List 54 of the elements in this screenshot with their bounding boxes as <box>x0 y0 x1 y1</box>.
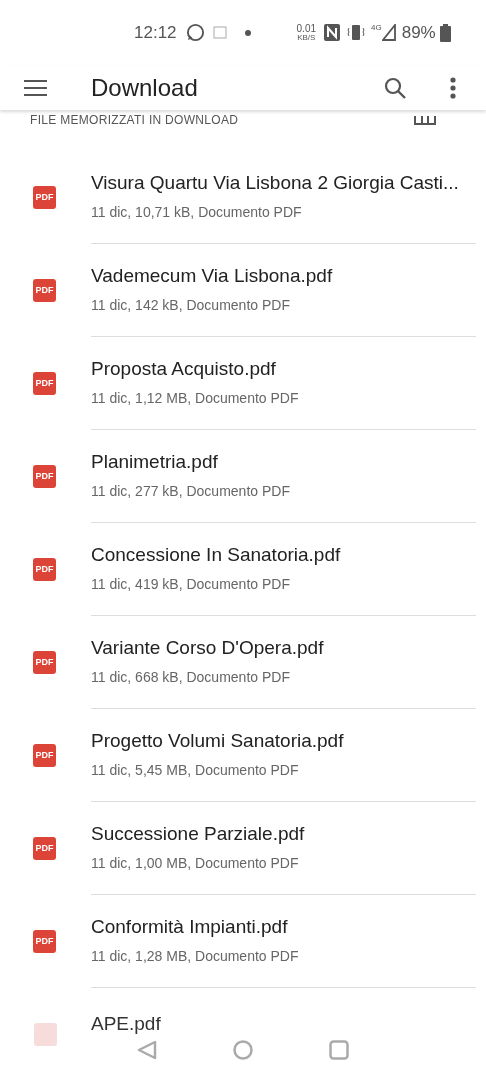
pdf-icon: PDF <box>33 930 56 953</box>
battery-icon <box>439 23 451 42</box>
file-name: APE.pdf <box>91 1012 162 1036</box>
grid-view-icon[interactable] <box>414 115 436 125</box>
menu-icon[interactable] <box>24 79 47 96</box>
file-item[interactable]: PDF Progetto Volumi Sanatoria.pdf 11 dic, 5,45 MB, Documento PDF <box>0 709 486 802</box>
signal-icon <box>381 24 396 41</box>
nfc-icon <box>324 24 340 41</box>
file-details: 11 dic, 277 kB, Documento PDF <box>91 481 291 501</box>
file-details: 11 dic, 142 kB, Documento PDF <box>91 295 291 315</box>
file-details: 11 dic, 10,71 kB, Documento PDF <box>91 202 303 222</box>
app-title: Download <box>91 72 199 103</box>
file-name: Planimetria.pdf <box>91 450 219 475</box>
file-name: Concessione In Sanatoria.pdf <box>91 543 342 568</box>
pdf-icon: PDF <box>33 372 56 395</box>
pdf-icon: PDF <box>33 744 56 767</box>
file-item[interactable]: PDF Planimetria.pdf 11 dic, 277 kB, Documento PDF <box>0 430 486 523</box>
file-name: Vademecum Via Lisbona.pdf <box>91 264 334 289</box>
file-details: 11 dic, 1,28 MB, Documento PDF <box>91 946 300 966</box>
pdf-icon: PDF <box>33 837 56 860</box>
file-name: Successione Parziale.pdf <box>91 822 306 847</box>
pdf-icon: PDF <box>33 186 56 209</box>
file-details: 11 dic, 5,45 MB, Documento PDF <box>91 760 300 780</box>
file-name: Proposta Acquisto.pdf <box>91 357 277 382</box>
vibrate-icon <box>347 24 365 41</box>
speed-indicator: 0.01 KB/S <box>296 23 316 42</box>
chat-bubble-icon <box>185 23 205 42</box>
file-item[interactable]: PDF Successione Parziale.pdf 11 dic, 1,00 MB, Documento PDF <box>0 802 486 895</box>
file-item[interactable]: PDF Visura Quartu Via Lisbona 2 Giorgia Casti... 11 dic, 10,71 kB, Documento PDF <box>0 151 486 244</box>
file-item[interactable]: PDF Vademecum Via Lisbona.pdf 11 dic, 142 kB, Documento PDF <box>0 244 486 337</box>
pdf-icon: PDF <box>33 465 56 488</box>
file-item[interactable]: PDF Proposta Acquisto.pdf 11 dic, 1,12 MB, Documento PDF <box>0 337 486 430</box>
pdf-icon: PDF <box>33 279 56 302</box>
search-icon[interactable] <box>384 76 406 99</box>
section-title: FILE MEMORIZZATI IN DOWNLOAD <box>30 112 239 128</box>
file-name: Conformità Impianti.pdf <box>91 915 289 940</box>
file-item[interactable]: PDF Variante Corso D'Opera.pdf 11 dic, 668 kB, Documento PDF <box>0 616 486 709</box>
file-name: Variante Corso D'Opera.pdf <box>91 636 325 661</box>
more-options-icon[interactable] <box>450 76 456 99</box>
file-item[interactable]: PDF Conformità Impianti.pdf 11 dic, 1,28 MB, Documento PDF <box>0 895 486 988</box>
status-time: 12:12 <box>134 21 177 44</box>
file-details: 11 dic, 1,12 MB, Documento PDF <box>91 388 300 408</box>
file-details: 11 dic, 419 kB, Documento PDF <box>91 574 291 594</box>
pdf-icon <box>34 1023 57 1046</box>
notification-icon <box>212 26 227 39</box>
file-details: 11 dic, 668 kB, Documento PDF <box>91 667 291 687</box>
pdf-icon: PDF <box>33 558 56 581</box>
file-name: Progetto Volumi Sanatoria.pdf <box>91 729 345 754</box>
battery-level: 89% <box>401 21 436 44</box>
file-details: 11 dic, 1,00 MB, Documento PDF <box>91 853 300 873</box>
network-type: 4G <box>371 22 382 34</box>
file-item[interactable]: PDF Concessione In Sanatoria.pdf 11 dic, 419 kB, Documento PDF <box>0 523 486 616</box>
pdf-icon: PDF <box>33 651 56 674</box>
file-name: Visura Quartu Via Lisbona 2 Giorgia Casti... <box>91 171 460 196</box>
